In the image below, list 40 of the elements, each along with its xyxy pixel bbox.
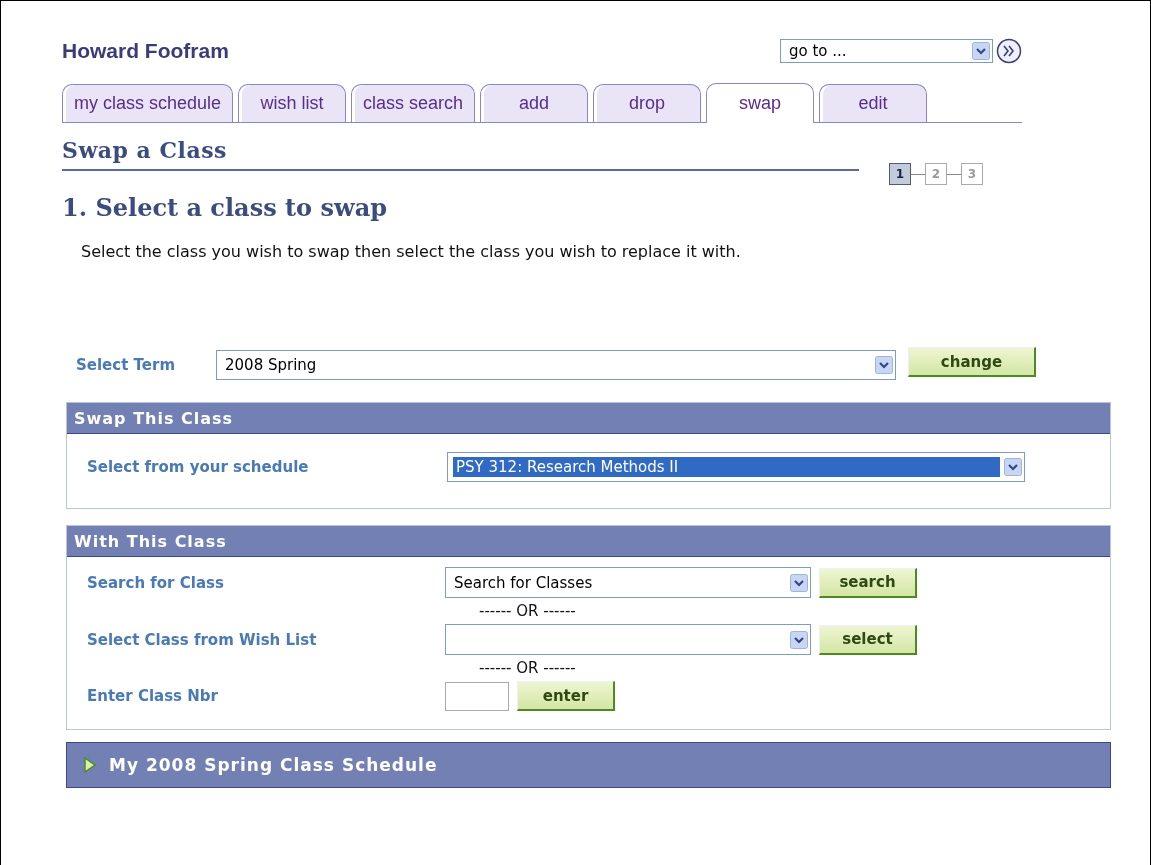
goto-dropdown[interactable]: go to ... bbox=[780, 39, 993, 63]
page-title: Swap a Class bbox=[62, 137, 859, 171]
chevron-down-icon bbox=[790, 630, 808, 649]
instructions-text: Select the class you wish to swap then select the class you wish to replace it with. bbox=[81, 241, 742, 263]
chevron-down-icon bbox=[972, 42, 990, 60]
chevron-down-icon bbox=[1004, 458, 1022, 476]
tab[interactable]: class search bbox=[351, 84, 476, 122]
dropdown-field[interactable]: 2008 Spring bbox=[216, 350, 896, 380]
step-heading: 1. Select a class to swap bbox=[62, 193, 388, 222]
field-label: Select Term bbox=[76, 356, 177, 374]
tab[interactable]: wish list bbox=[238, 84, 347, 122]
tab[interactable]: my class schedule bbox=[62, 84, 234, 122]
field-label: Select Class from Wish List bbox=[87, 630, 318, 649]
dropdown-field[interactable]: Search for Classes bbox=[445, 567, 811, 598]
chevron-down-icon bbox=[875, 356, 893, 374]
action-button[interactable]: select bbox=[819, 624, 917, 655]
field-label: Select from your schedule bbox=[87, 458, 310, 476]
chevron-down-icon bbox=[790, 573, 808, 592]
section-title: My 2008 Spring Class Schedule bbox=[109, 755, 438, 775]
collapsible-section-bar[interactable]: My 2008 Spring Class Schedule bbox=[66, 742, 1111, 788]
or-divider-text: ------ OR ------ bbox=[478, 602, 577, 620]
class-number-field[interactable] bbox=[445, 681, 509, 711]
change-button[interactable]: change bbox=[908, 347, 1036, 377]
field-label: Enter Class Nbr bbox=[87, 687, 219, 705]
step-indicator: 1 bbox=[889, 163, 911, 185]
step-indicator: 3 bbox=[961, 163, 983, 185]
action-button[interactable]: search bbox=[819, 567, 917, 598]
dropdown-field[interactable]: PSY 312: Research Methods II bbox=[447, 452, 1025, 482]
or-divider-text: ------ OR ------ bbox=[478, 659, 577, 677]
tab[interactable]: add bbox=[480, 84, 589, 122]
section-title: With This Class bbox=[74, 531, 227, 551]
tab[interactable]: edit bbox=[819, 84, 928, 122]
tab[interactable]: drop bbox=[593, 84, 702, 122]
section-title: Swap This Class bbox=[74, 408, 234, 428]
dropdown-field[interactable] bbox=[445, 624, 811, 655]
field-label: Search for Class bbox=[87, 573, 225, 592]
step-indicator: 2 bbox=[925, 163, 947, 185]
user-name: Howard Foofram bbox=[62, 39, 229, 63]
action-button[interactable]: enter bbox=[517, 681, 615, 711]
tab[interactable]: swap bbox=[706, 83, 815, 123]
